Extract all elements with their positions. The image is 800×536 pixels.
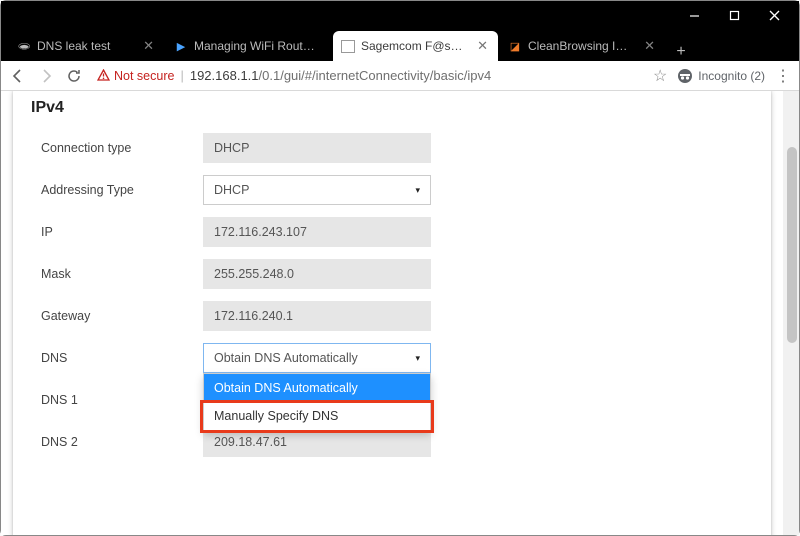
shield-icon: ◪ [508, 39, 522, 53]
window-close-button[interactable] [755, 4, 793, 26]
select-value: Obtain DNS Automatically [214, 351, 358, 365]
value-gateway: 172.116.240.1 [203, 301, 431, 331]
row-ip: IP 172.116.243.107 [23, 211, 761, 253]
label-dns2: DNS 2 [23, 435, 203, 449]
tab-strip: 🕳 DNS leak test ✕ ▶ Managing WiFi Router… [1, 29, 799, 61]
page-icon [341, 40, 355, 53]
window-minimize-button[interactable] [675, 4, 713, 26]
label-dns: DNS [23, 351, 203, 365]
back-button[interactable] [9, 67, 27, 85]
section-title: IPv4 [13, 95, 771, 127]
url-separator: | [180, 68, 183, 83]
chevron-down-icon: ▾ [415, 185, 420, 196]
not-secure-badge: Not secure [97, 69, 174, 83]
value-mask: 255.255.248.0 [203, 259, 431, 289]
incognito-badge[interactable]: Incognito (2) [677, 68, 765, 84]
row-mask: Mask 255.255.248.0 [23, 253, 761, 295]
browser-chrome: 🕳 DNS leak test ✕ ▶ Managing WiFi Router… [1, 1, 799, 91]
tab-title: Managing WiFi Router S… [194, 39, 321, 53]
scrollbar-thumb[interactable] [787, 147, 797, 343]
globe-icon: 🕳 [17, 39, 31, 53]
dns-option-manual[interactable]: Manually Specify DNS [204, 402, 430, 430]
tab-managing-wifi[interactable]: ▶ Managing WiFi Router S… [166, 31, 331, 61]
dns-dropdown: Obtain DNS Automatically Manually Specif… [203, 373, 431, 431]
button-row: Cancel Apply [23, 517, 761, 535]
incognito-icon [677, 68, 693, 84]
tab-cleanbrowsing[interactable]: ◪ CleanBrowsing Installati ✕ [500, 31, 665, 61]
window-controls [1, 1, 799, 29]
label-gateway: Gateway [23, 309, 203, 323]
reload-button[interactable] [65, 67, 83, 85]
chevron-down-icon: ▾ [415, 353, 420, 364]
tab-dns-leak[interactable]: 🕳 DNS leak test ✕ [9, 31, 164, 61]
row-dns: DNS Obtain DNS Automatically ▾ Obtain DN… [23, 337, 761, 379]
browser-menu-button[interactable]: ⋮ [775, 66, 791, 86]
label-connection-type: Connection type [23, 141, 203, 155]
tab-title: Sagemcom F@st5260 Ro [361, 39, 465, 53]
row-gateway: Gateway 172.116.240.1 [23, 295, 761, 337]
warning-icon [97, 69, 110, 82]
vertical-scrollbar[interactable] [783, 91, 799, 535]
ipv4-card: IPv4 Connection type DHCP Addressing Typ… [13, 91, 771, 535]
new-tab-button[interactable]: + [667, 43, 695, 61]
url-text: 192.168.1.1/0.1/gui/#/internetConnectivi… [190, 68, 491, 83]
label-ip: IP [23, 225, 203, 239]
select-dns[interactable]: Obtain DNS Automatically ▾ [203, 343, 431, 373]
forward-button[interactable] [37, 67, 55, 85]
not-secure-text: Not secure [114, 69, 174, 83]
value-connection-type: DHCP [203, 133, 431, 163]
ipv4-form: Connection type DHCP Addressing Type DHC… [13, 127, 771, 535]
bookmark-star-icon[interactable]: ☆ [653, 66, 667, 86]
label-dns1: DNS 1 [23, 393, 203, 407]
value-dns2: 209.18.47.61 [203, 427, 431, 457]
close-icon[interactable]: ✕ [644, 38, 655, 54]
row-connection-type: Connection type DHCP [23, 127, 761, 169]
close-icon[interactable]: ✕ [143, 38, 154, 54]
label-addressing-type: Addressing Type [23, 183, 203, 197]
close-icon[interactable]: ✕ [477, 38, 488, 54]
address-bar[interactable]: Not secure | 192.168.1.1/0.1/gui/#/inter… [93, 64, 643, 88]
browser-toolbar: Not secure | 192.168.1.1/0.1/gui/#/inter… [1, 61, 799, 91]
tab-sagemcom[interactable]: Sagemcom F@st5260 Ro ✕ [333, 31, 498, 61]
dns-option-auto[interactable]: Obtain DNS Automatically [204, 374, 430, 402]
incognito-label: Incognito (2) [698, 69, 765, 83]
window-maximize-button[interactable] [715, 4, 753, 26]
row-addressing-type: Addressing Type DHCP ▾ [23, 169, 761, 211]
tab-title: DNS leak test [37, 39, 131, 53]
value-ip: 172.116.243.107 [203, 217, 431, 247]
page-content: IPv4 Connection type DHCP Addressing Typ… [1, 91, 783, 535]
label-mask: Mask [23, 267, 203, 281]
select-value: DHCP [214, 183, 249, 197]
page-viewport: IPv4 Connection type DHCP Addressing Typ… [1, 91, 799, 535]
select-addressing-type[interactable]: DHCP ▾ [203, 175, 431, 205]
play-icon: ▶ [174, 39, 188, 53]
tab-title: CleanBrowsing Installati [528, 39, 632, 53]
